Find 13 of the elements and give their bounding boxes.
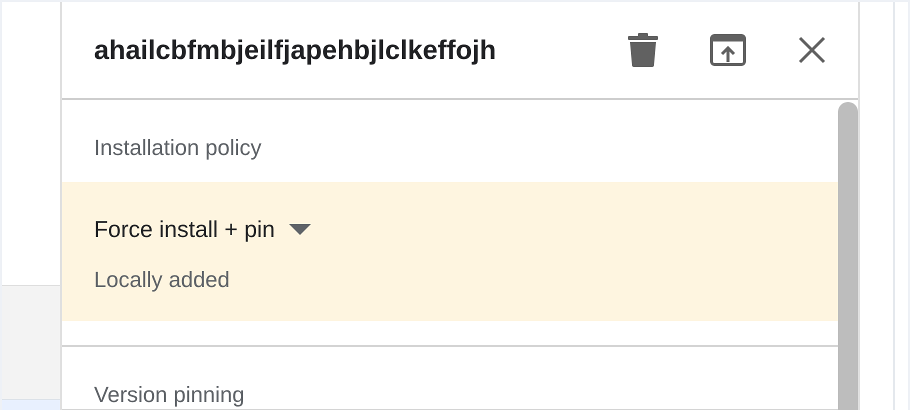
delete-button[interactable]: [628, 33, 658, 67]
scrollbar-thumb[interactable]: [838, 102, 858, 410]
close-icon: [798, 36, 826, 64]
policy-source: Locally added: [94, 267, 231, 293]
section-label: Version pinning: [93, 381, 246, 409]
open-in-new-icon: [710, 34, 746, 66]
caret-icon: [288, 224, 311, 235]
close-button[interactable]: [798, 36, 826, 64]
section-label: Installation policy: [93, 134, 263, 162]
open-button[interactable]: [710, 34, 746, 66]
dialog-title: ahailcbfmbjeilfjapehbjlclkeffojh: [94, 34, 498, 66]
policy-dropdown[interactable]: Force install + pin: [94, 216, 806, 243]
trash-icon: [628, 33, 658, 67]
